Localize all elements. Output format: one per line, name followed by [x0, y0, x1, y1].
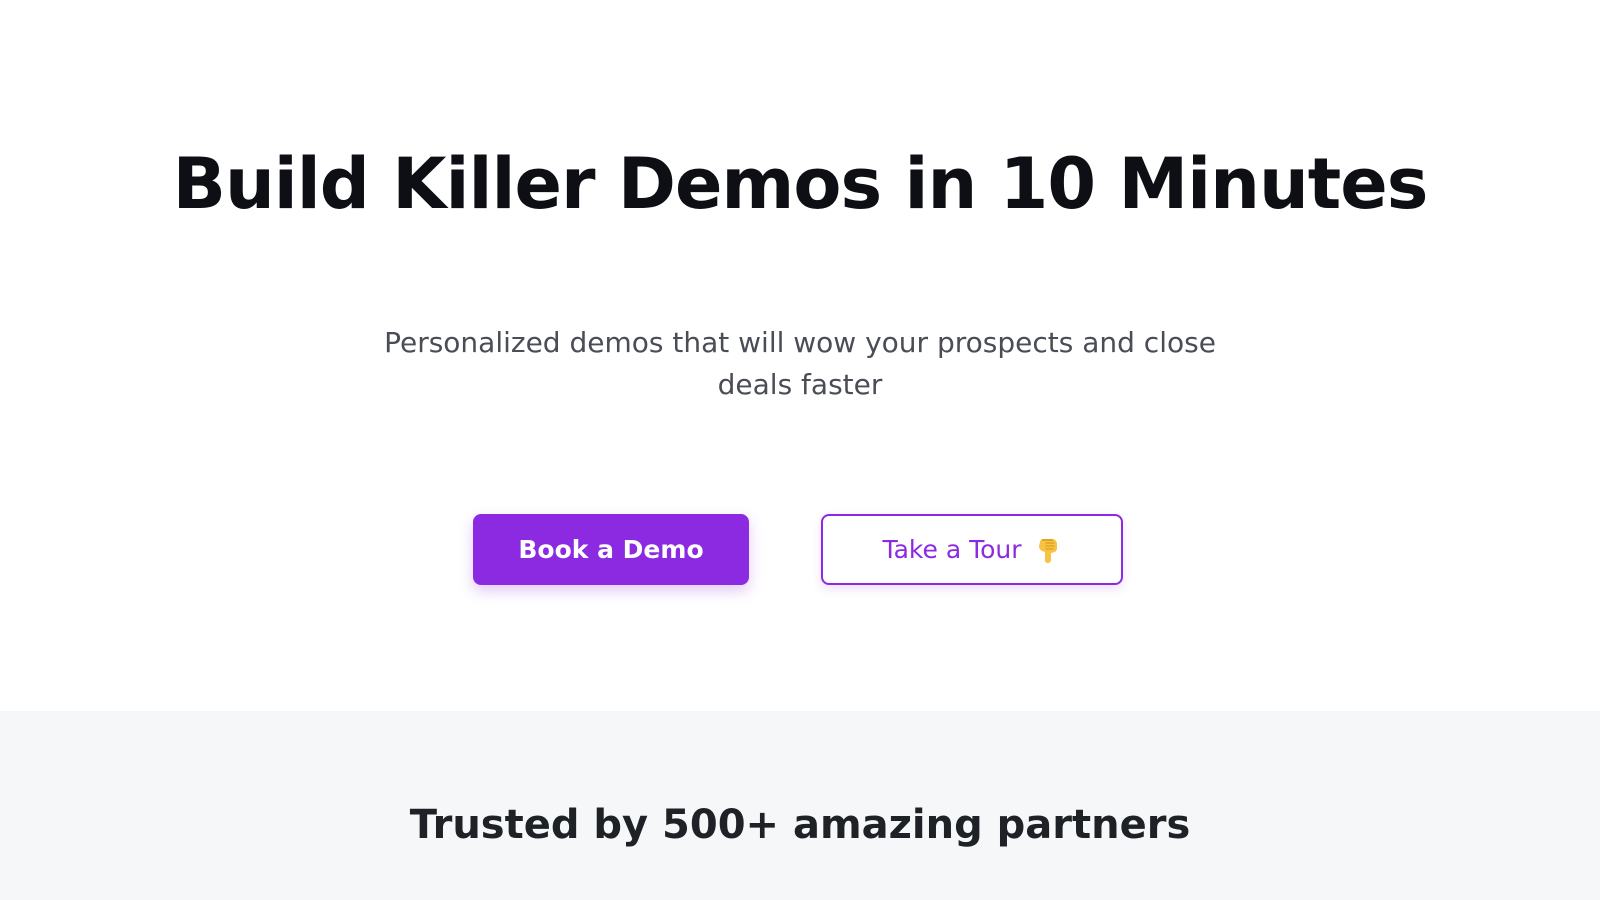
hero-title: Build Killer Demos in 10 Minutes	[172, 143, 1429, 225]
book-demo-button[interactable]: Book a Demo	[473, 514, 749, 585]
partners-section: Trusted by 500+ amazing partners	[0, 711, 1600, 900]
hero-section: Build Killer Demos in 10 Minutes Persona…	[0, 0, 1600, 711]
hero-subtitle: Personalized demos that will wow your pr…	[384, 326, 1216, 401]
take-tour-button[interactable]: Take a Tour	[821, 514, 1123, 585]
landing-page: Build Killer Demos in 10 Minutes Persona…	[0, 0, 1600, 900]
partners-title: Trusted by 500+ amazing partners	[409, 802, 1191, 848]
book-demo-button-label: Book a Demo	[518, 535, 704, 564]
take-tour-button-label: Take a Tour	[882, 535, 1022, 564]
pointing-hand-down-icon	[1034, 536, 1062, 564]
